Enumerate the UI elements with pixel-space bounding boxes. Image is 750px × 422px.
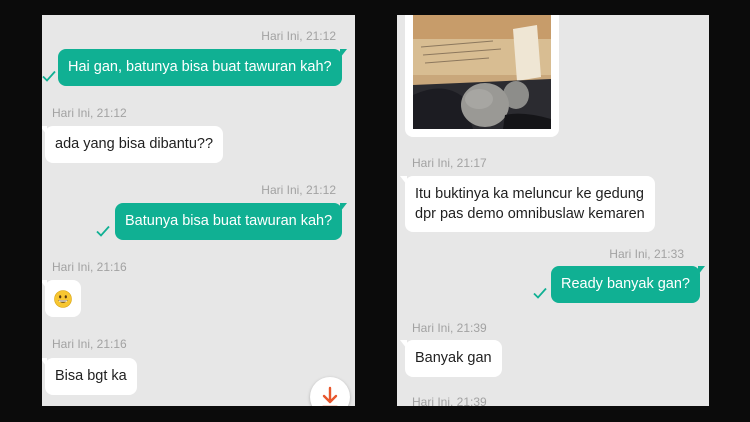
right-chat-panel[interactable]: Hari Ini, 21:17 Itu buktinya ka meluncur…: [397, 15, 709, 406]
message-text: Batunya bisa buat tawuran kah?: [125, 213, 333, 229]
scroll-to-bottom-button[interactable]: [310, 377, 350, 406]
incoming-message-bubble[interactable]: Bisa bgt ka: [42, 358, 137, 395]
left-chat-panel[interactable]: Hari Ini, 21:12 Hai gan, batunya bisa bu…: [42, 15, 355, 406]
message-text-line: Itu buktinya ka meluncur ke gedung: [415, 186, 644, 202]
outgoing-message-bubble[interactable]: Ready banyak gan?: [551, 266, 705, 303]
message-text: Hai gan, batunya bisa buat tawuran kah?: [68, 59, 332, 75]
message-timestamp: Hari Ini, 21:12: [52, 106, 127, 120]
message-text-line: dpr pas demo omnibuslaw kemaren: [415, 206, 645, 222]
incoming-message-bubble[interactable]: Itu buktinya ka meluncur ke gedung dpr p…: [400, 176, 655, 232]
message-timestamp: Hari Ini, 21:12: [261, 183, 336, 197]
message-text: ada yang bisa dibantu??: [55, 136, 214, 152]
incoming-message-bubble[interactable]: Banyak gan: [400, 340, 502, 377]
message-timestamp: Hari Ini, 21:33: [609, 247, 684, 261]
message-text: Banyak gan: [415, 350, 492, 366]
incoming-message-bubble[interactable]: [42, 280, 81, 317]
outgoing-message-bubble[interactable]: Hai gan, batunya bisa buat tawuran kah?: [58, 49, 347, 86]
message-timestamp: Hari Ini, 21:17: [412, 156, 487, 170]
arrow-down-icon: [322, 386, 338, 406]
sent-check-icon: [42, 70, 56, 82]
sent-check-icon: [96, 225, 110, 237]
outgoing-message-bubble[interactable]: Batunya bisa buat tawuran kah?: [115, 203, 348, 240]
sent-check-icon: [533, 287, 547, 299]
message-text: Bisa bgt ka: [55, 368, 127, 384]
photo-thumbnail[interactable]: [413, 15, 551, 129]
grinning-face-icon: [54, 290, 72, 308]
message-timestamp: Hari Ini, 21:16: [52, 337, 127, 351]
message-timestamp: Hari Ini, 21:16: [52, 260, 127, 274]
incoming-message-bubble[interactable]: ada yang bisa dibantu??: [42, 126, 224, 163]
message-text: Ready banyak gan?: [561, 276, 690, 292]
message-timestamp: Hari Ini, 21:39: [412, 321, 487, 335]
incoming-image-bubble[interactable]: [405, 15, 559, 137]
message-timestamp: Hari Ini, 21:12: [261, 29, 336, 43]
message-timestamp: Hari Ini, 21:39: [412, 395, 487, 406]
